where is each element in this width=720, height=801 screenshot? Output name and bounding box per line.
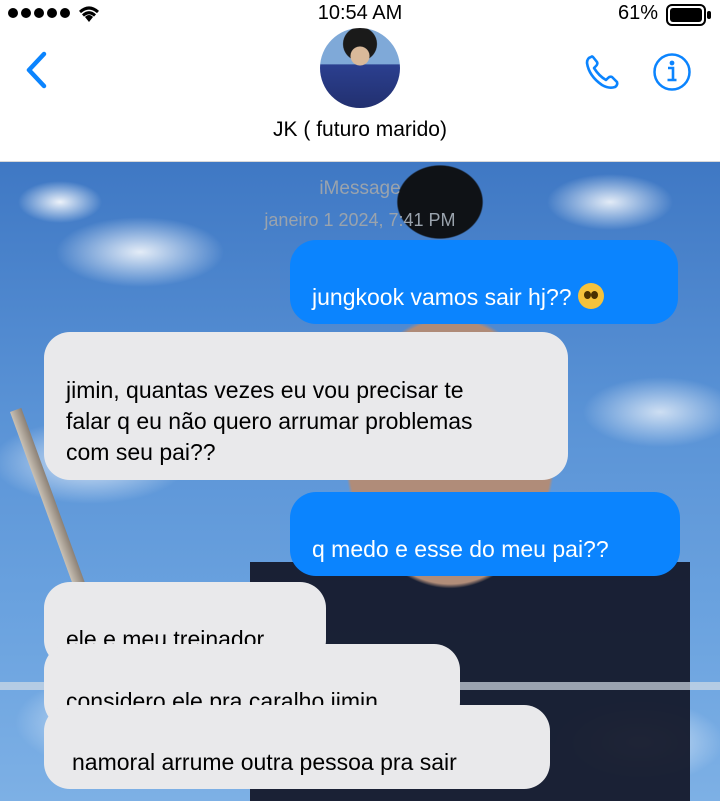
message-text: namoral arrume outra pessoa pra sair [72,749,457,775]
message-text: q medo e esse do meu pai?? [312,536,609,562]
contact-avatar[interactable] [320,28,400,108]
battery-icon [666,4,711,26]
status-time: 10:54 AM [317,2,403,24]
battery-percentage: 61% [617,2,658,24]
received-message-bubble[interactable]: jimin, quantas vezes eu vou precisar te … [44,332,568,480]
received-message-bubble[interactable]: namoral arrume outra pessoa pra sair [44,705,550,789]
message-text: jimin, quantas vezes eu vou precisar te … [66,377,473,465]
phone-call-icon[interactable] [582,52,622,92]
sent-message-bubble[interactable]: jungkook vamos sair hj?? [290,240,678,324]
back-chevron-icon[interactable] [22,50,52,90]
pleading-face-emoji-icon [577,283,604,309]
contact-name[interactable]: JK ( futuro marido) [0,118,720,142]
message-text: jungkook vamos sair hj?? [312,284,572,310]
status-bar: 10:54 AM 61% [0,0,720,28]
conversation-header: JK ( futuro marido) [0,28,720,162]
service-label: iMessage [319,178,401,199]
sent-message-bubble[interactable]: q medo e esse do meu pai?? [290,492,680,576]
message-timestamp: janeiro 1 2024, 7:41 PM [264,210,456,230]
message-thread[interactable]: iMessage janeiro 1 2024, 7:41 PM jungkoo… [0,162,720,801]
info-icon[interactable] [652,52,692,92]
